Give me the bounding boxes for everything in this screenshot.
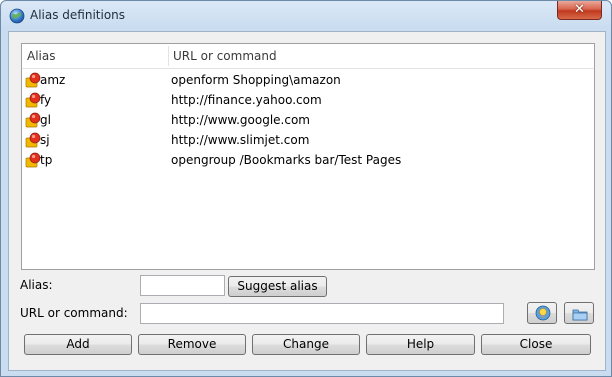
alias-input[interactable] bbox=[140, 275, 225, 296]
alias-cell: sj bbox=[40, 133, 50, 147]
help-button[interactable]: Help bbox=[366, 334, 475, 355]
url-label: URL or command: bbox=[20, 306, 128, 320]
change-label: Change bbox=[283, 337, 329, 351]
help-label: Help bbox=[406, 337, 435, 351]
suggest-alias-label: Suggest alias bbox=[237, 279, 318, 293]
url-cell: openform Shopping\amazon bbox=[171, 73, 341, 87]
alias-cell: fy bbox=[40, 93, 52, 107]
dialog-client-area: Alias URL or command amz openform Shoppi… bbox=[8, 31, 606, 371]
add-label: Add bbox=[66, 337, 90, 351]
alias-item-icon bbox=[25, 132, 41, 148]
list-item[interactable]: sj http://www.slimjet.com bbox=[22, 130, 594, 150]
url-cell: http://finance.yahoo.com bbox=[171, 93, 322, 107]
url-cell: http://www.google.com bbox=[171, 113, 310, 127]
url-input[interactable] bbox=[140, 303, 504, 324]
list-item[interactable]: gl http://www.google.com bbox=[22, 110, 594, 130]
close-label: Close bbox=[519, 337, 553, 351]
suggest-alias-button[interactable]: Suggest alias bbox=[228, 276, 327, 297]
browse-button[interactable] bbox=[564, 302, 594, 324]
alias-list[interactable]: Alias URL or command amz openform Shoppi… bbox=[21, 43, 595, 270]
remove-button[interactable]: Remove bbox=[138, 334, 246, 355]
column-divider[interactable] bbox=[168, 46, 169, 66]
title-bar[interactable]: Alias definitions ✕ bbox=[1, 1, 611, 31]
list-item[interactable]: tp opengroup /Bookmarks bar/Test Pages bbox=[22, 150, 594, 170]
close-icon: ✕ bbox=[574, 2, 585, 17]
alias-label: Alias: bbox=[20, 278, 53, 292]
change-button[interactable]: Change bbox=[252, 334, 360, 355]
remove-label: Remove bbox=[167, 337, 217, 351]
list-item[interactable]: fy http://finance.yahoo.com bbox=[22, 90, 594, 110]
window-title: Alias definitions bbox=[30, 8, 126, 22]
alias-cell: tp bbox=[40, 153, 53, 167]
globe-icon bbox=[9, 8, 25, 24]
dialog-window: Alias definitions ✕ Alias URL or command bbox=[0, 0, 612, 377]
close-window-button[interactable]: ✕ bbox=[557, 1, 602, 20]
pick-icon-button[interactable] bbox=[527, 302, 557, 324]
alias-item-icon bbox=[25, 72, 41, 88]
alias-item-icon bbox=[25, 152, 41, 168]
list-header: Alias URL or command bbox=[22, 44, 594, 69]
url-cell: opengroup /Bookmarks bar/Test Pages bbox=[171, 153, 402, 167]
alias-item-icon bbox=[25, 112, 41, 128]
column-header-alias[interactable]: Alias bbox=[27, 49, 55, 63]
close-button[interactable]: Close bbox=[481, 334, 591, 355]
alias-cell: amz bbox=[40, 73, 66, 87]
alias-cell: gl bbox=[40, 113, 51, 127]
list-item[interactable]: amz openform Shopping\amazon bbox=[22, 70, 594, 90]
add-button[interactable]: Add bbox=[24, 334, 132, 355]
column-header-url[interactable]: URL or command bbox=[173, 49, 277, 63]
alias-item-icon bbox=[25, 92, 41, 108]
url-cell: http://www.slimjet.com bbox=[171, 133, 310, 147]
